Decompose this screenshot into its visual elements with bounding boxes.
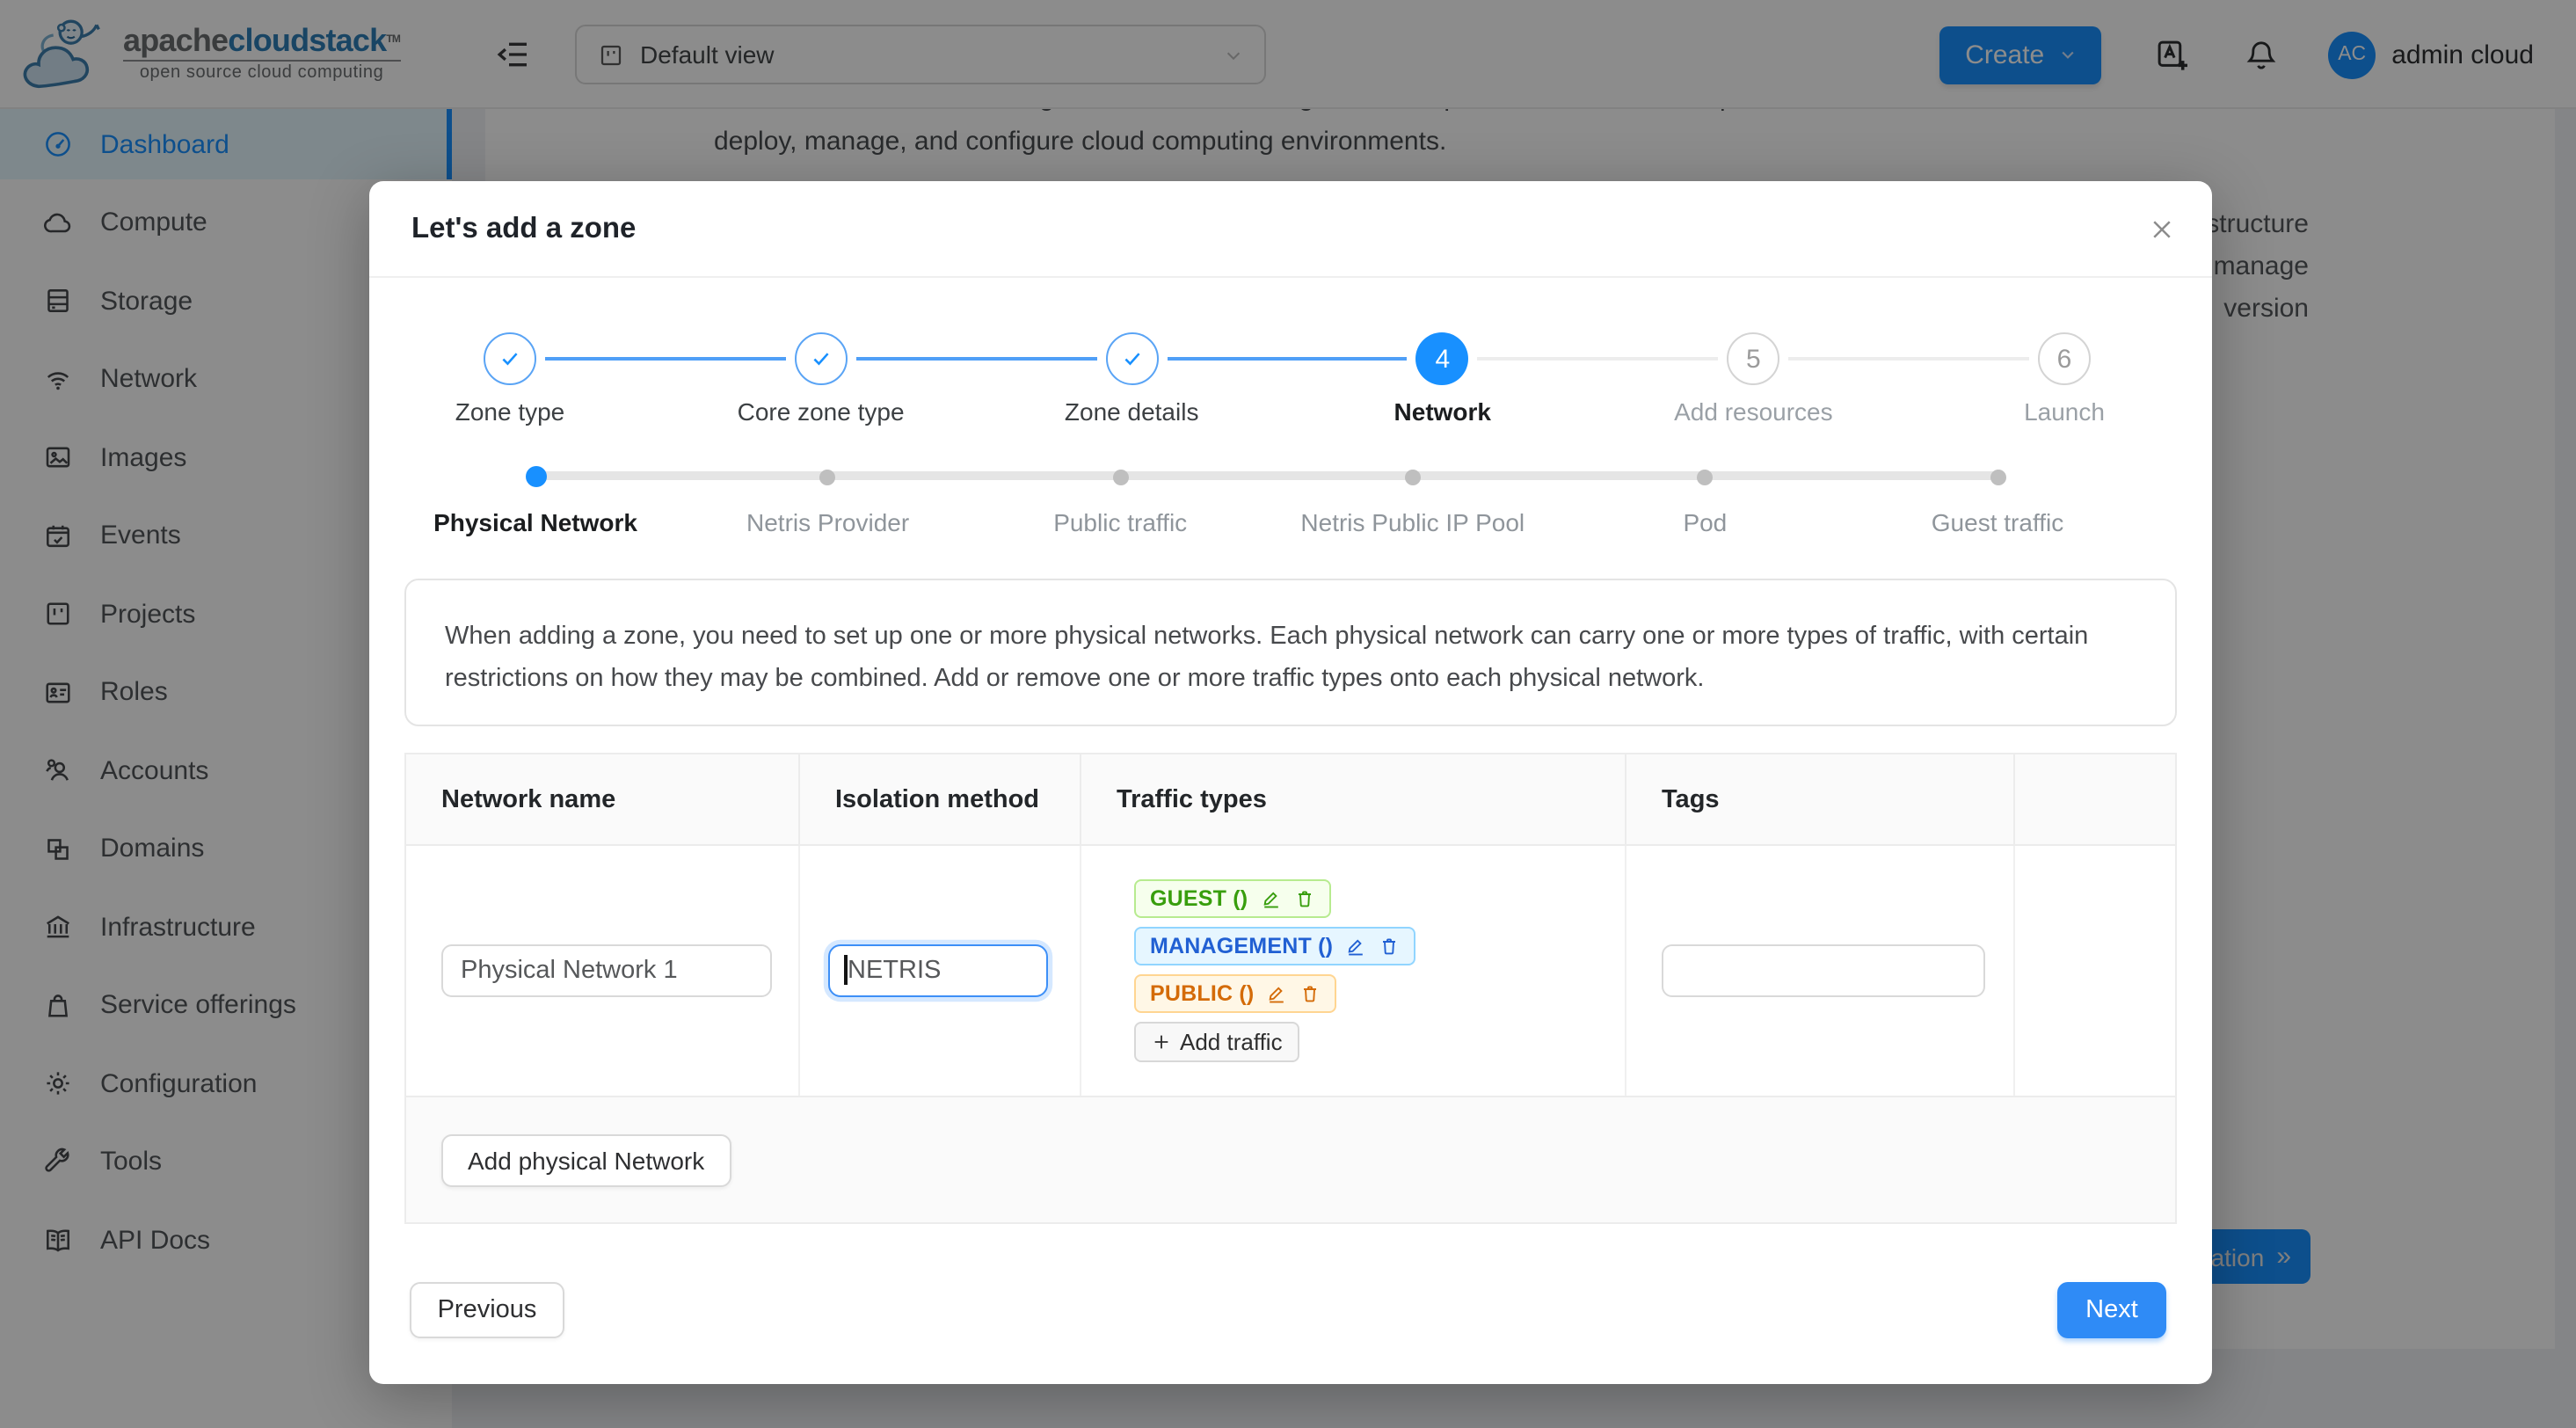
- table-footer-row: Add physical Network: [406, 1097, 2175, 1222]
- traffic-tag-guest: GUEST (): [1134, 879, 1330, 918]
- substep-dot-public-traffic: [1112, 469, 1128, 484]
- network-name-input[interactable]: [441, 944, 772, 997]
- table-row: GUEST () MANAGEMENT () PUBLIC (): [406, 846, 2175, 1097]
- step-label-launch: Launch: [1924, 397, 2205, 426]
- next-button[interactable]: Next: [2057, 1282, 2166, 1338]
- column-header-network-name: Network name: [406, 754, 800, 844]
- substep-label-guest-traffic: Guest traffic: [1822, 508, 2173, 536]
- delete-icon[interactable]: [1299, 983, 1321, 1004]
- column-header-traffic-types: Traffic types: [1081, 754, 1626, 844]
- delete-icon[interactable]: [1293, 888, 1314, 909]
- plus-icon: [1152, 1032, 1171, 1052]
- step-label-add-resources: Add resources: [1612, 397, 1894, 426]
- column-header-isolation-method: Isolation method: [800, 754, 1081, 844]
- edit-icon[interactable]: [1266, 983, 1287, 1004]
- column-header-empty: [2015, 754, 2175, 844]
- modal-title: Let's add a zone: [411, 181, 636, 278]
- column-header-tags: Tags: [1626, 754, 2015, 844]
- add-zone-modal: Let's add a zone 4 5 6 Zone typ: [369, 181, 2212, 1384]
- physical-network-description: When adding a zone, you need to set up o…: [445, 616, 2136, 700]
- add-physical-network-button[interactable]: Add physical Network: [441, 1133, 731, 1186]
- step-label-zone-details: Zone details: [991, 397, 1272, 426]
- substep-dot-guest-traffic: [1990, 469, 2005, 484]
- edit-icon[interactable]: [1260, 888, 1281, 909]
- step-label-core-zone-type: Core zone type: [680, 397, 962, 426]
- tags-input[interactable]: [1662, 944, 1985, 997]
- step-label-zone-type: Zone type: [369, 397, 651, 426]
- step-core-zone-type-check-icon: [795, 332, 848, 385]
- close-icon[interactable]: [2149, 216, 2175, 243]
- text-cursor: [844, 955, 847, 985]
- modal-header: Let's add a zone: [369, 181, 2212, 278]
- traffic-tag-public: PUBLIC (): [1134, 974, 1336, 1013]
- step-label-network: Network: [1302, 397, 1583, 426]
- step-zone-type-check-icon: [484, 332, 536, 385]
- isolation-method-input[interactable]: [828, 944, 1048, 997]
- substep-dot-physical-network: [525, 466, 546, 487]
- previous-button[interactable]: Previous: [410, 1282, 564, 1338]
- physical-network-description-box: When adding a zone, you need to set up o…: [404, 579, 2177, 726]
- traffic-tag-management: MANAGEMENT (): [1134, 927, 1415, 965]
- cloudstack-app: apachecloudstackTM open source cloud com…: [0, 0, 2576, 1428]
- step-launch-number: 6: [2038, 332, 2091, 385]
- edit-icon[interactable]: [1345, 936, 1366, 957]
- step-network-number: 4: [1416, 332, 1469, 385]
- step-add-resources-number: 5: [1727, 332, 1779, 385]
- physical-network-table: Network name Isolation method Traffic ty…: [404, 753, 2177, 1224]
- delete-icon[interactable]: [1379, 936, 1400, 957]
- step-zone-details-check-icon: [1105, 332, 1158, 385]
- add-traffic-button[interactable]: Add traffic: [1134, 1022, 1300, 1062]
- substep-dot-netris-public-ip-pool: [1405, 469, 1421, 484]
- table-header-row: Network name Isolation method Traffic ty…: [406, 754, 2175, 846]
